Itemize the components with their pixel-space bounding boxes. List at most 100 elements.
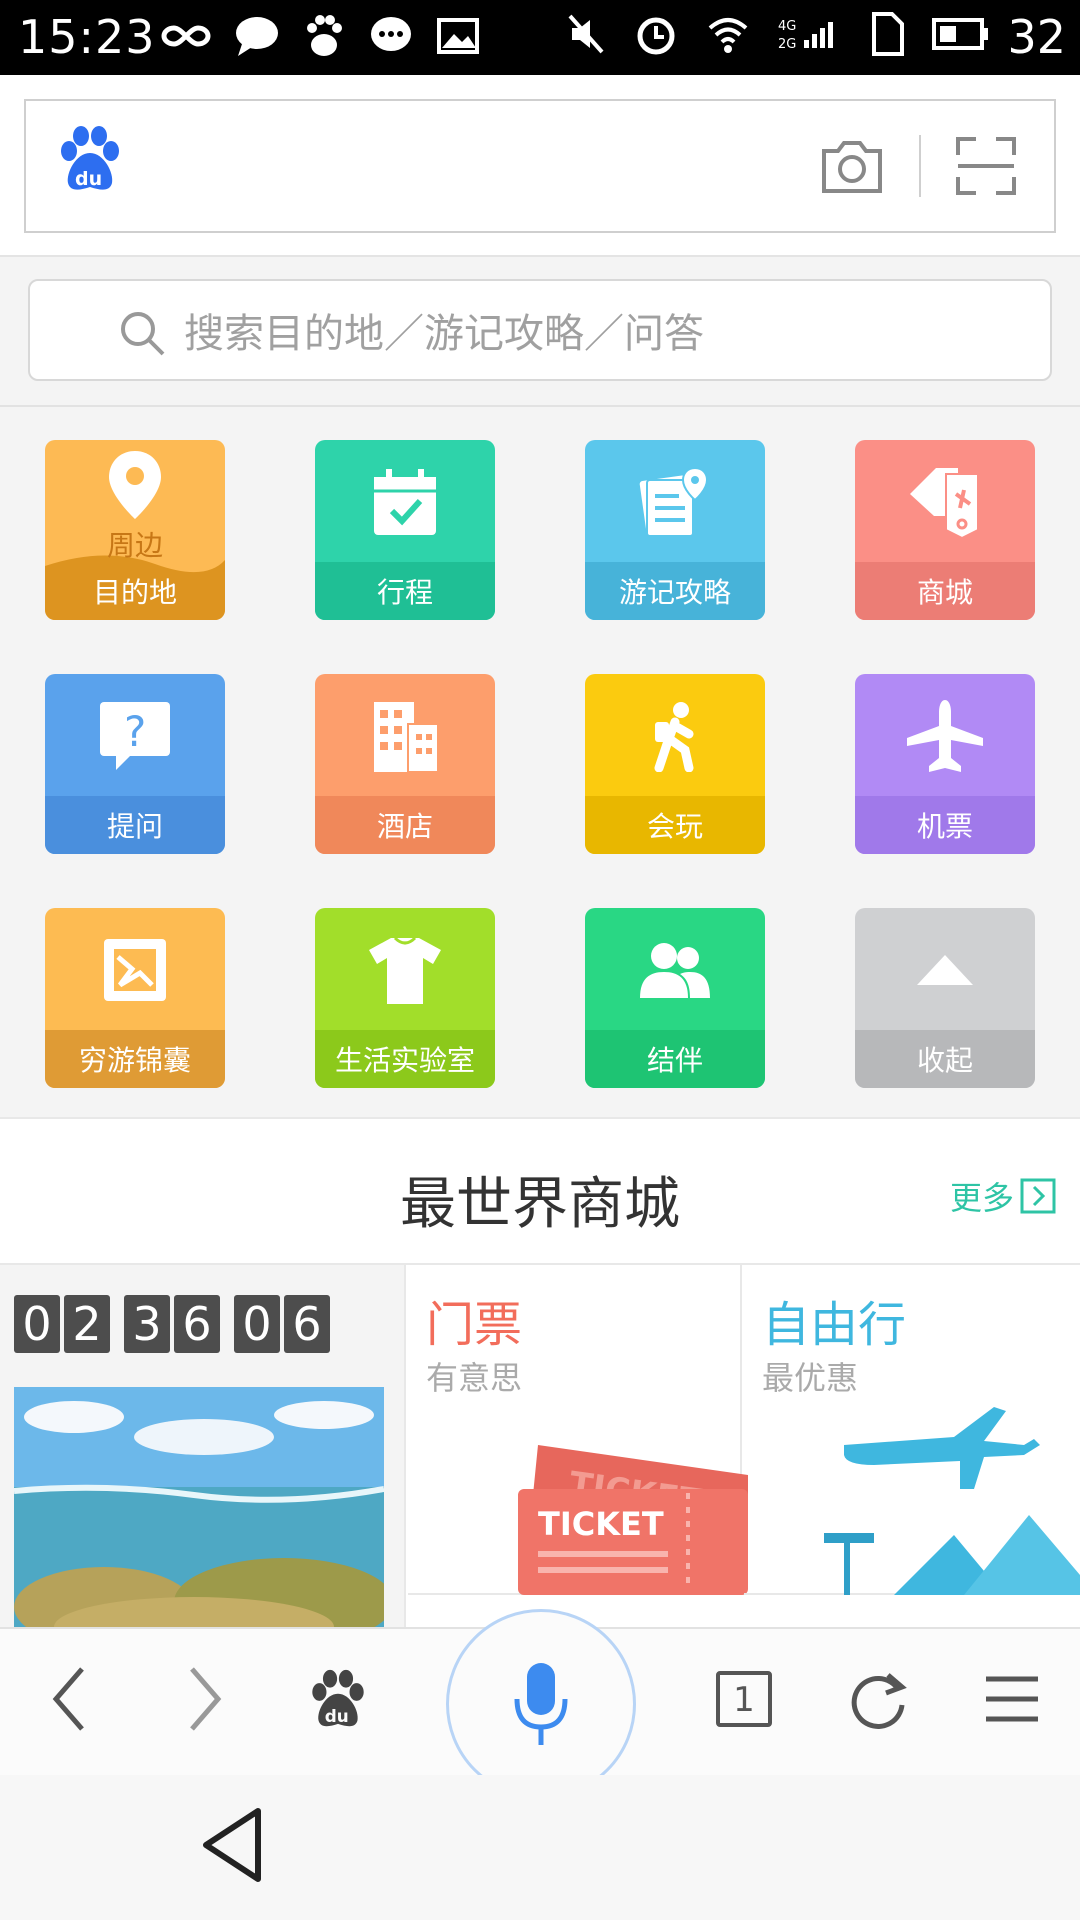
infinity-icon	[161, 25, 211, 47]
travel-search-area: 搜索目的地／游记攻略／问答	[0, 257, 1080, 407]
baidu-search-box[interactable]: du	[24, 99, 1056, 233]
ticket-front-text: TICKET	[538, 1505, 664, 1543]
scan-icon[interactable]	[954, 135, 1018, 197]
sim-card-icon	[872, 12, 904, 56]
search-placeholder: 搜索目的地／游记攻略／问答	[184, 311, 704, 357]
microphone-icon	[514, 1663, 568, 1745]
tab-count: 1	[733, 1680, 755, 1720]
countdown-digit: 0	[234, 1295, 280, 1353]
tile-life-lab[interactable]: 生活实验室	[315, 908, 495, 1088]
tabs-button[interactable]: 1	[716, 1671, 772, 1727]
tile-ask-label: 提问	[45, 796, 225, 854]
voice-search-button[interactable]	[446, 1609, 636, 1799]
header-divider	[919, 135, 921, 197]
tile-collapse[interactable]: 收起	[855, 908, 1035, 1088]
menu-icon[interactable]	[984, 1671, 1040, 1727]
tile-itinerary-label: 行程	[315, 562, 495, 620]
question-bubble-icon: ?	[100, 702, 170, 770]
more-label: 更多	[949, 1179, 1014, 1217]
tile-travel-guide-label: 穷游锦囊	[45, 1030, 225, 1088]
system-back-icon[interactable]	[200, 1805, 266, 1885]
tile-hotel-label: 酒店	[315, 796, 495, 854]
alarm-icon	[637, 17, 675, 55]
sea-photo	[14, 1387, 384, 1627]
mall-section-header: 最世界商城 更多	[0, 1117, 1080, 1263]
tile-collapse-label: 收起	[855, 1030, 1035, 1088]
svg-text:du: du	[75, 168, 102, 190]
baidu-home-icon[interactable]: du	[308, 1669, 368, 1731]
tickets-title: 门票	[426, 1297, 523, 1353]
free-travel-card[interactable]: 自由行 最优惠	[744, 1265, 1080, 1595]
battery-icon	[932, 18, 988, 50]
tile-flights-label: 机票	[855, 796, 1035, 854]
countdown-digit: 3	[124, 1295, 170, 1353]
ticket-illustration: TICKET TICKET	[518, 1445, 748, 1595]
airplane-illustration	[824, 1407, 1080, 1595]
tshirt-icon	[369, 936, 441, 1004]
tile-destination-sub: 周边	[106, 529, 163, 562]
free-travel-title: 自由行	[762, 1297, 907, 1353]
tile-play-label: 会玩	[585, 796, 765, 854]
camera-icon[interactable]	[818, 135, 886, 197]
svg-text:2G: 2G	[778, 37, 796, 52]
search-input[interactable]: 搜索目的地／游记攻略／问答	[28, 279, 1052, 381]
message-icon	[371, 17, 411, 51]
tickets-subtitle: 有意思	[426, 1359, 523, 1397]
tile-destination[interactable]: 周边 目的地	[45, 440, 225, 620]
browser-toolbar: du 1	[0, 1609, 1080, 1799]
tickets-card[interactable]: 门票 有意思 TICKET TICKET	[408, 1265, 748, 1595]
countdown-digit: 2	[64, 1295, 110, 1353]
tile-flights[interactable]: 机票	[855, 674, 1035, 854]
system-nav-bar	[0, 1775, 1080, 1920]
more-link[interactable]: 更多	[950, 1173, 1056, 1219]
mute-icon	[568, 14, 604, 54]
tile-life-lab-label: 生活实验室	[315, 1030, 495, 1088]
status-time: 15:23	[18, 10, 156, 64]
hotel-building-icon	[374, 702, 439, 773]
svg-text:4G: 4G	[778, 19, 796, 34]
chevron-right-icon	[1020, 1178, 1056, 1214]
collapse-arrow-icon	[917, 955, 973, 985]
baidu-paw-icon	[307, 15, 342, 56]
tile-itinerary[interactable]: 行程	[315, 440, 495, 620]
wifi-icon	[708, 18, 748, 53]
photo-frame-icon	[104, 939, 166, 1001]
forward-icon[interactable]	[180, 1659, 230, 1739]
tile-travel-guide[interactable]: 穷游锦囊	[45, 908, 225, 1088]
search-icon	[121, 312, 165, 356]
flash-sale-card[interactable]: 0 2 3 6 0 6	[0, 1265, 406, 1627]
travel-notes-icon	[639, 466, 709, 537]
tile-destination-label: 目的地	[92, 576, 177, 609]
svg-text:?: ?	[124, 707, 146, 756]
tile-travel-notes[interactable]: 游记攻略	[585, 440, 765, 620]
signal-4g-icon: 4G2G	[778, 19, 833, 52]
section-title: 最世界商城	[400, 1172, 680, 1237]
tile-ask[interactable]: ? 提问	[45, 674, 225, 854]
tile-companion[interactable]: 结伴	[585, 908, 765, 1088]
location-pin-icon	[109, 451, 161, 519]
refresh-icon[interactable]	[848, 1669, 908, 1731]
tile-mall-label: 商城	[855, 562, 1035, 620]
tile-travel-notes-label: 游记攻略	[585, 562, 765, 620]
battery-level: 32	[1007, 10, 1066, 64]
countdown-digit: 6	[174, 1295, 220, 1353]
baidu-header: du	[0, 75, 1080, 257]
tile-hotel[interactable]: 酒店	[315, 674, 495, 854]
calendar-check-icon	[374, 469, 436, 535]
back-icon[interactable]	[44, 1659, 94, 1739]
svg-text:du: du	[325, 1706, 349, 1726]
tile-companion-label: 结伴	[585, 1030, 765, 1088]
countdown-digit: 0	[14, 1295, 60, 1353]
ticket-tag-icon	[910, 468, 979, 540]
feature-grid: 周边 目的地 行程 游记攻略 商城 ? 提问 酒店 会玩 机票 穷游锦囊 生活实…	[0, 407, 1080, 1117]
chat-bubble-icon	[236, 17, 278, 56]
airplane-icon	[907, 700, 983, 772]
people-icon	[640, 943, 710, 998]
countdown-timer: 0 2 3 6 0 6	[14, 1295, 330, 1353]
status-bar: 15:23 4G 2G 32	[0, 0, 1080, 75]
countdown-digit: 6	[284, 1295, 330, 1353]
tile-play[interactable]: 会玩	[585, 674, 765, 854]
image-icon	[437, 18, 479, 54]
hiker-icon	[654, 702, 694, 772]
tile-mall[interactable]: 商城	[855, 440, 1035, 620]
